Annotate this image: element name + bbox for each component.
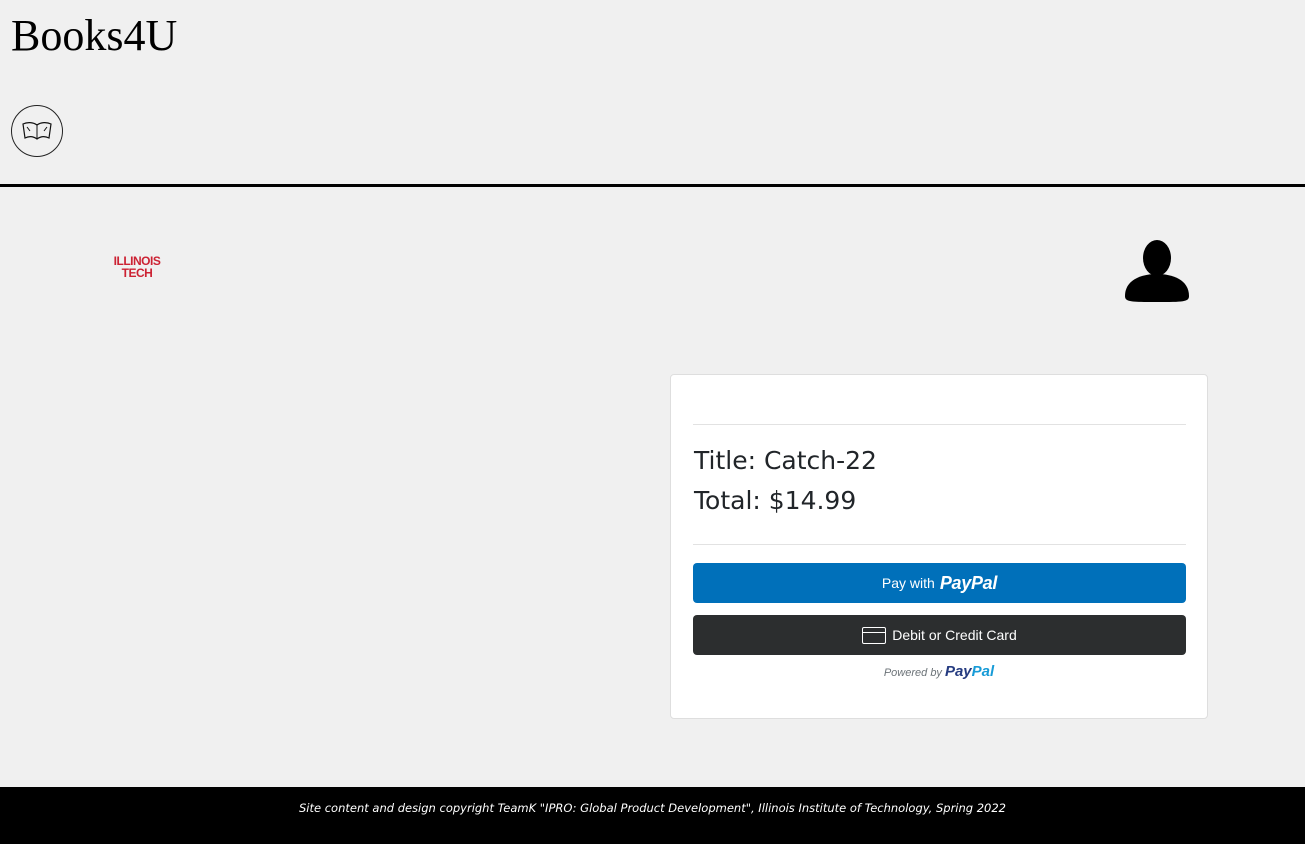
- paypal-button[interactable]: Pay with PayPal: [693, 563, 1186, 603]
- card-divider-top: [693, 424, 1186, 425]
- footer: Site content and design copyright TeamK …: [0, 787, 1305, 844]
- paypal-button-prefix: Pay with: [881, 575, 935, 591]
- illinois-tech-logo-line2: TECH: [121, 266, 153, 280]
- paypal-logo: PayPal: [944, 663, 995, 680]
- debit-credit-card-button[interactable]: Debit or Credit Card: [693, 615, 1186, 655]
- illinois-tech-logo[interactable]: ILLINOIS TECH: [107, 255, 167, 279]
- checkout-card: Title: Catch-22 Total: $14.99 Pay with P…: [670, 374, 1208, 719]
- credit-card-icon: [862, 626, 887, 644]
- book-title: Title: Catch-22: [694, 446, 877, 475]
- site-title: Books4U: [11, 11, 178, 60]
- user-icon[interactable]: [1123, 236, 1191, 304]
- footer-copyright: Site content and design copyright TeamK …: [298, 801, 1006, 815]
- card-divider-middle: [693, 544, 1186, 545]
- site-logo[interactable]: [11, 105, 63, 157]
- powered-by-text: Powered by: [883, 667, 942, 679]
- header-divider: [0, 184, 1305, 187]
- powered-by-paypal: Powered by PayPal: [671, 663, 1207, 681]
- book-icon: [22, 122, 52, 140]
- card-button-label: Debit or Credit Card: [892, 627, 1017, 643]
- order-total: Total: $14.99: [694, 486, 857, 515]
- paypal-button-brand: PayPal: [939, 572, 998, 593]
